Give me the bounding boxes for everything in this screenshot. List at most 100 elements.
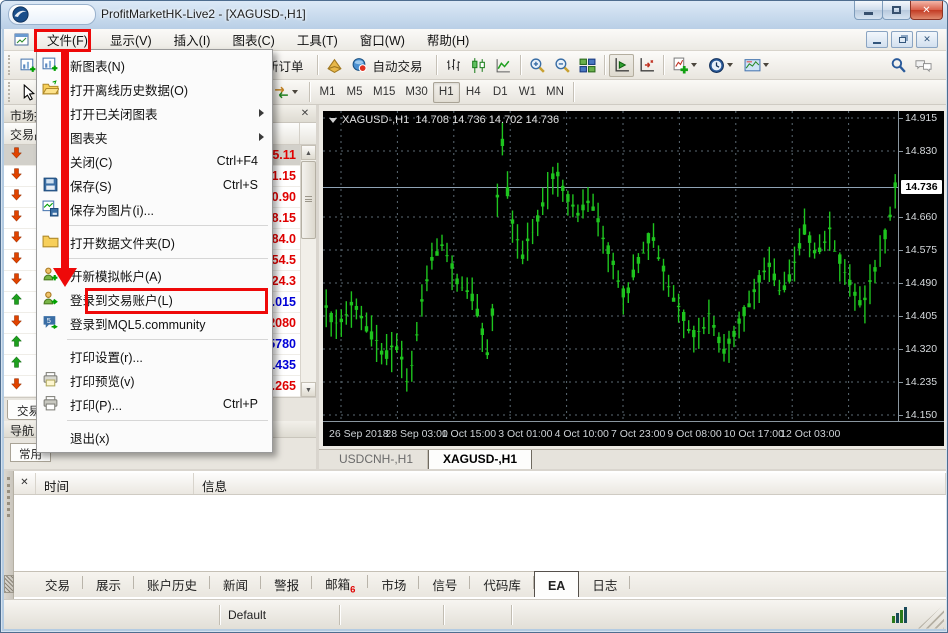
mdi-minimize-button[interactable] [866, 31, 888, 48]
market-watch-close-icon[interactable]: ✕ [298, 107, 312, 121]
timeframe-m5[interactable]: M5 [341, 82, 368, 103]
file-menu-item-label: 打开数据文件夹(D) [70, 233, 272, 252]
maximize-button[interactable] [882, 1, 911, 20]
file-menu-item[interactable]: 打开数据文件夹(D) [37, 230, 272, 254]
cursor-icon [20, 84, 37, 101]
price-axis-label: 14.405 [905, 310, 945, 323]
file-menu-item[interactable]: 打印预览(v) [37, 368, 272, 392]
timeframe-mn[interactable]: MN [541, 82, 569, 103]
menu-item-w[interactable]: 窗口(W) [349, 31, 416, 51]
menu-separator [37, 221, 272, 230]
candlestick-button[interactable] [466, 54, 491, 77]
search-button[interactable] [886, 54, 911, 77]
terminal-tab-信号[interactable]: 信号 [419, 571, 470, 598]
resize-grip[interactable] [918, 605, 944, 629]
menu-item-v[interactable]: 显示(V) [99, 31, 163, 51]
file-menu-item[interactable]: 打开离线历史数据(O) [37, 77, 272, 101]
chart-plot-area[interactable]: XAGUSD-,H1 14.708 14.736 14.702 14.736 [323, 111, 898, 421]
scrollbar-thumb[interactable] [301, 161, 316, 239]
bar-chart-button[interactable] [441, 54, 466, 77]
file-menu-item[interactable]: 打印(P)...Ctrl+P [37, 392, 272, 416]
terminal-tab-市场[interactable]: 市场 [368, 571, 419, 598]
dropdown-arrow-icon [292, 90, 298, 94]
periods-button[interactable] [704, 54, 740, 77]
market-watch-scrollbar[interactable]: ▲ ▼ [300, 145, 316, 397]
zoom-out-button[interactable] [550, 54, 575, 77]
terminal-tab-交易[interactable]: 交易 [32, 571, 83, 598]
folder-icon [42, 233, 60, 251]
price-axis[interactable]: 14.91514.83014.66014.57514.49014.40514.3… [898, 111, 944, 421]
autotrading-button[interactable]: 自动交易 [347, 54, 432, 77]
zoom-in-button[interactable] [525, 54, 550, 77]
toolbar-grip[interactable] [8, 55, 13, 75]
tile-windows-button[interactable] [575, 54, 600, 77]
terminal-column-info[interactable]: 信息 [194, 473, 946, 494]
mdi-restore-button[interactable] [891, 31, 913, 48]
minimize-button[interactable] [854, 1, 883, 20]
menu-item-c[interactable]: 图表(C) [221, 31, 285, 51]
expert-advisor-button[interactable] [322, 54, 347, 77]
chart-dropdown-icon[interactable] [329, 118, 337, 123]
title-bar[interactable]: ProfitMarketHK-Live2 - [XAGUSD-,H1] ✕ [1, 1, 948, 29]
line-chart-icon [495, 57, 512, 74]
terminal-tab-邮箱[interactable]: 邮箱6 [312, 570, 368, 600]
timeframe-d1[interactable]: D1 [487, 82, 514, 103]
menu-shortcut: Ctrl+P [223, 397, 272, 411]
chart-tab-usdcnhh1[interactable]: USDCNH-,H1 [325, 450, 428, 470]
timeframe-m1[interactable]: M1 [314, 82, 341, 103]
terminal-tab-EA[interactable]: EA [534, 571, 579, 597]
terminal-tab-新闻[interactable]: 新闻 [210, 571, 261, 598]
close-button[interactable]: ✕ [910, 1, 943, 20]
file-menu-item-label: 开新模拟帐户(A) [70, 266, 272, 285]
timeframe-h1[interactable]: H1 [433, 82, 460, 103]
app-quick-access[interactable] [8, 4, 96, 25]
terminal-tab-日志[interactable]: 日志 [579, 571, 630, 598]
indicators-button[interactable] [668, 54, 704, 77]
line-chart-button[interactable] [491, 54, 516, 77]
auto-scroll-button[interactable] [609, 54, 634, 77]
menu-item-i[interactable]: 插入(I) [163, 31, 222, 51]
file-menu-item[interactable]: 保存(S)Ctrl+S [37, 173, 272, 197]
toolbar-grip[interactable] [8, 82, 13, 102]
status-profile[interactable]: Default [220, 605, 340, 625]
timeframe-w1[interactable]: W1 [514, 82, 541, 103]
menu-item-h[interactable]: 帮助(H) [416, 31, 480, 51]
templates-button[interactable] [740, 54, 776, 77]
current-price-label: 14.736 [901, 180, 942, 194]
price-tick [899, 382, 903, 383]
file-menu-item-label: 关闭(C) [70, 152, 217, 171]
terminal-tab-展示[interactable]: 展示 [83, 571, 134, 598]
terminal-dock-grip[interactable] [4, 471, 14, 601]
symbol-pair-button[interactable] [269, 81, 305, 104]
time-axis[interactable]: 26 Sep 201828 Sep 03:001 Oct 15:003 Oct … [323, 421, 944, 446]
terminal-tab-代码库[interactable]: 代码库 [470, 571, 534, 598]
terminal-tab-账户历史[interactable]: 账户历史 [134, 571, 210, 598]
chart-window-icon[interactable] [14, 32, 30, 48]
file-menu-item[interactable]: 打印设置(r)... [37, 344, 272, 368]
scroll-down-icon[interactable]: ▼ [301, 382, 316, 397]
terminal-close-icon[interactable]: ✕ [14, 473, 36, 494]
timeframe-m30[interactable]: M30 [400, 82, 432, 103]
file-menu-item[interactable]: 新图表(N) [37, 53, 272, 77]
terminal-column-time[interactable]: 时间 [36, 473, 194, 494]
timeframe-m15[interactable]: M15 [368, 82, 400, 103]
scroll-up-icon[interactable]: ▲ [301, 145, 316, 160]
dock-pattern-icon [4, 575, 14, 593]
time-axis-label: 4 Oct 10:00 [555, 428, 609, 440]
terminal-tab-警报[interactable]: 警报 [261, 571, 312, 598]
menu-separator [37, 335, 272, 344]
community-chat-button[interactable] [911, 54, 936, 77]
menu-item-t[interactable]: 工具(T) [286, 31, 349, 51]
chart-shift-icon [638, 57, 655, 74]
chart-tab-xagusdh1[interactable]: XAGUSD-,H1 [428, 450, 532, 470]
timeframe-h4[interactable]: H4 [460, 82, 487, 103]
mdi-close-button[interactable]: ✕ [916, 31, 938, 48]
chart-shift-button[interactable] [634, 54, 659, 77]
file-menu-item[interactable]: 关闭(C)Ctrl+F4 [37, 149, 272, 173]
file-menu-item[interactable]: 保存为图片(i)... [37, 197, 272, 221]
file-menu-item[interactable]: 退出(x) [37, 425, 272, 449]
bar-chart-icon [445, 57, 462, 74]
file-menu-item[interactable]: 打开已关闭图表 [37, 101, 272, 125]
file-menu-item[interactable]: 图表夹 [37, 125, 272, 149]
file-menu-item[interactable]: 5登录到MQL5.community [37, 311, 272, 335]
